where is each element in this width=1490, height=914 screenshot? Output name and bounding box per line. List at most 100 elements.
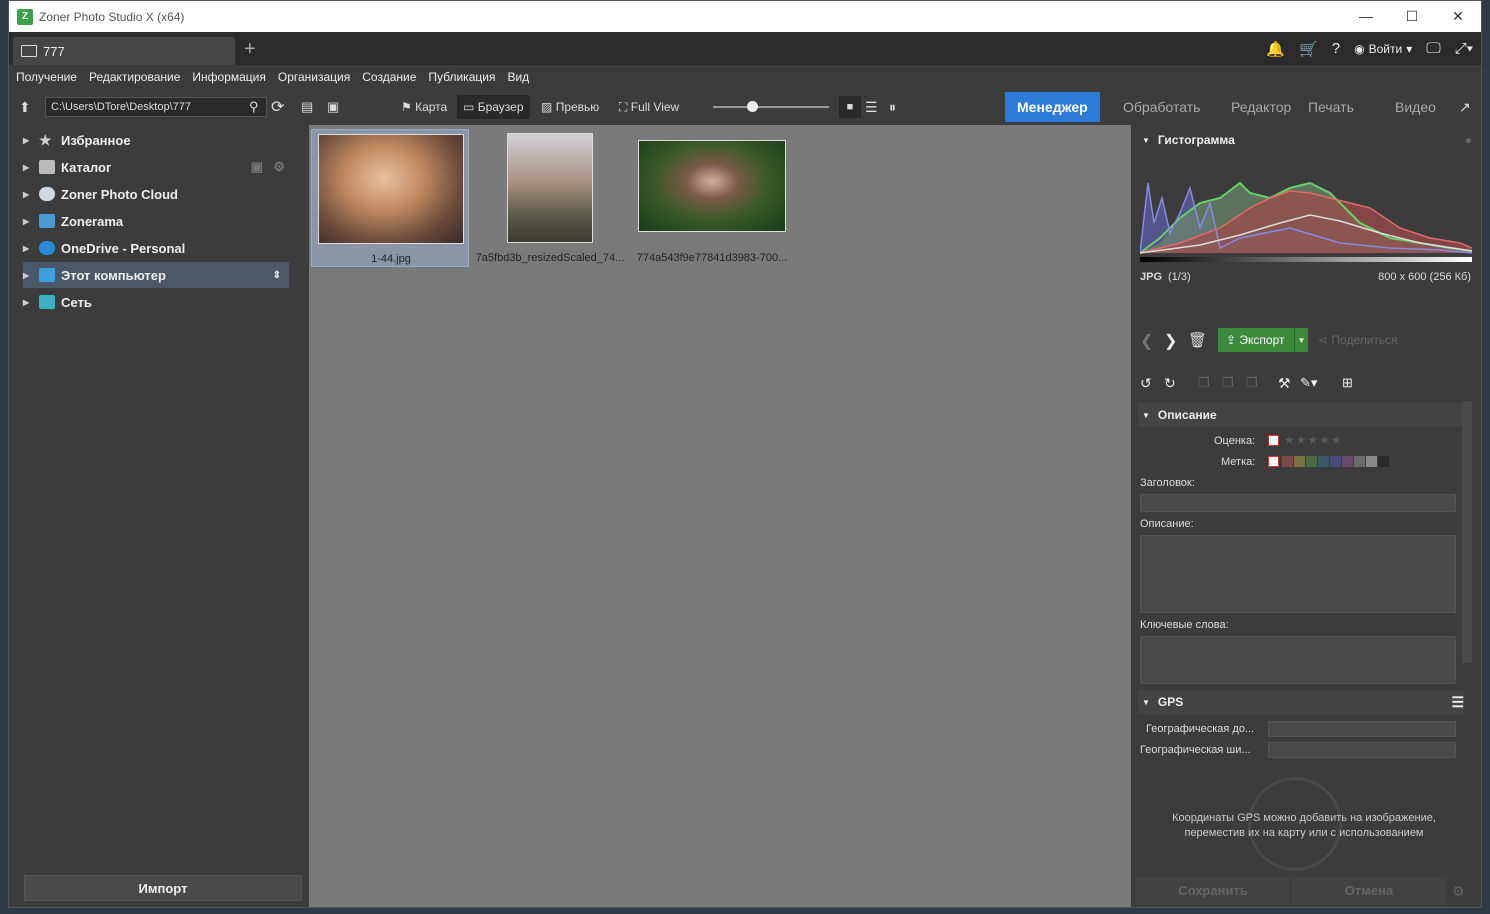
collapse-arrow-icon[interactable]: ▼	[1142, 411, 1150, 420]
menu-item-create[interactable]: Создание	[362, 70, 416, 84]
rotate-left-icon[interactable]: ↺	[1140, 375, 1152, 392]
no-color-label-icon[interactable]	[1268, 456, 1279, 467]
preview-mode-button[interactable]: ▨ Превью	[535, 95, 605, 119]
browser-mode-button[interactable]: ▭ Браузер	[457, 95, 530, 119]
folder-tab[interactable]: 777	[13, 37, 235, 65]
menu-item-edit[interactable]: Редактирование	[89, 70, 180, 84]
import-button[interactable]: Импорт	[24, 875, 302, 901]
nav-item-onedrive[interactable]: ▶ OneDrive - Personal	[23, 235, 289, 261]
thumbnail-image[interactable]	[507, 133, 593, 243]
search-icon[interactable]: ⚲	[249, 89, 259, 125]
menu-item-organize[interactable]: Организация	[278, 70, 350, 84]
up-folder-icon[interactable]: ⬆	[19, 89, 31, 125]
add-tab-button[interactable]: +	[244, 38, 256, 61]
bell-icon[interactable]: 🔔	[1266, 40, 1285, 58]
tab-video[interactable]: Видео	[1395, 92, 1436, 122]
expand-arrow-icon[interactable]: ▶	[23, 217, 39, 226]
thumbnail-item[interactable]: 1-44.jpg	[311, 129, 469, 267]
tab-print[interactable]: Печать	[1308, 92, 1354, 122]
nav-item-favorites[interactable]: ▶ ★ Избранное	[23, 127, 289, 153]
share-button[interactable]: ⋖ Поделиться	[1318, 333, 1398, 347]
single-view-icon[interactable]: ■	[839, 96, 861, 118]
login-button[interactable]: ◉ Войти ▾	[1354, 42, 1412, 56]
sort-arrows-icon[interactable]: ⇕	[273, 270, 281, 281]
latitude-input[interactable]	[1268, 742, 1456, 758]
color-label-swatch[interactable]	[1342, 456, 1353, 467]
nav-item-network[interactable]: ▶ Сеть	[23, 289, 289, 315]
settings-circle-icon[interactable]: ●	[1465, 133, 1472, 147]
gear-icon[interactable]: ⚙	[1452, 883, 1465, 900]
color-label-swatch[interactable]	[1318, 456, 1329, 467]
save-button[interactable]: Сохранить	[1136, 877, 1290, 905]
menu-item-info[interactable]: Информация	[192, 70, 265, 84]
color-label-swatch[interactable]	[1354, 456, 1365, 467]
refresh-icon[interactable]: ⟳	[271, 89, 284, 125]
prev-arrow-icon[interactable]: ❮	[1140, 331, 1153, 351]
chevron-down-icon[interactable]: ▾	[1294, 328, 1308, 352]
monitor-icon[interactable]: 🖵	[1426, 40, 1440, 57]
trash-icon[interactable]: 🗑	[1188, 331, 1207, 349]
minimize-button[interactable]: —	[1343, 1, 1389, 32]
nav-item-zoner-cloud[interactable]: ▶ Zoner Photo Cloud	[23, 181, 289, 207]
split-horizontal-icon[interactable]: ☰	[865, 89, 878, 125]
eraser-icon[interactable]: ✎▾	[1300, 375, 1317, 391]
histogram-header[interactable]: ▼ Гистограмма ●	[1138, 128, 1472, 152]
description-input[interactable]	[1140, 535, 1456, 613]
keywords-input[interactable]	[1140, 636, 1456, 684]
collapse-arrow-icon[interactable]: ▼	[1142, 136, 1150, 145]
export-button[interactable]: ⇪ Экспорт ▾	[1218, 328, 1308, 352]
tab-editor[interactable]: Редактор	[1231, 92, 1291, 122]
color-label-swatch[interactable]	[1330, 456, 1341, 467]
expand-arrow-icon[interactable]: ▶	[23, 190, 39, 199]
color-label-swatch[interactable]	[1282, 456, 1293, 467]
color-label-swatch[interactable]	[1366, 456, 1377, 467]
gps-header[interactable]: ▼ GPS ☰	[1138, 690, 1464, 714]
tab-develop[interactable]: Обработать	[1123, 92, 1200, 122]
panel-scrollbar[interactable]	[1462, 401, 1472, 663]
split-vertical-icon[interactable]: ⏸	[889, 89, 896, 125]
rotate-right-icon[interactable]: ↻	[1164, 375, 1176, 392]
rename-icon[interactable]: ▤	[301, 89, 313, 125]
copy-icon[interactable]: ❐	[1198, 375, 1210, 391]
color-label-swatch[interactable]	[1294, 456, 1305, 467]
menu-icon[interactable]: ☰	[1451, 694, 1464, 711]
menu-item-view[interactable]: Вид	[507, 70, 529, 84]
next-arrow-icon[interactable]: ❯	[1164, 331, 1177, 351]
expand-arrow-icon[interactable]: ▶	[23, 298, 39, 307]
menu-item-acquire[interactable]: Получение	[16, 70, 77, 84]
thumbnail-item[interactable]: 7a5fbd3b_resizedScaled_74...	[471, 129, 629, 267]
cart-icon[interactable]: 🛒	[1299, 40, 1318, 58]
fullscreen-icon[interactable]: ⤢▾	[1455, 40, 1473, 57]
clipboard-icon[interactable]: ❐	[1246, 375, 1258, 391]
color-label-swatch[interactable]	[1306, 456, 1317, 467]
color-label-swatch[interactable]	[1378, 456, 1389, 467]
thumbnail-size-slider[interactable]	[713, 101, 829, 112]
help-icon[interactable]: ?	[1332, 40, 1340, 57]
paste-icon[interactable]: ❐	[1222, 375, 1234, 391]
gear-icon[interactable]: ⚙	[273, 159, 285, 175]
collapse-arrow-icon[interactable]: ▼	[1142, 698, 1150, 707]
fullview-mode-button[interactable]: ⛶ Full View	[613, 95, 685, 119]
rating-stars[interactable]: ★★★★★	[1284, 433, 1343, 447]
tools-icon[interactable]: ⚒	[1278, 375, 1291, 392]
no-rating-icon[interactable]	[1268, 435, 1279, 446]
path-input[interactable]: C:\Users\DTore\Desktop\777	[45, 97, 267, 117]
add-folder-icon[interactable]: ▣	[251, 159, 263, 175]
nav-item-zonerama[interactable]: ▶ Zonerama	[23, 208, 289, 234]
thumbnail-item[interactable]: 774a543f9e77841d3983-700...	[633, 129, 791, 267]
tab-manager[interactable]: Менеджер	[1005, 92, 1100, 122]
cancel-button[interactable]: Отмена	[1292, 877, 1446, 905]
external-window-icon[interactable]: ↗	[1459, 89, 1471, 125]
expand-arrow-icon[interactable]: ▶	[23, 136, 39, 145]
heading-input[interactable]	[1140, 494, 1456, 512]
close-button[interactable]: ✕	[1435, 1, 1481, 32]
expand-arrow-icon[interactable]: ▶	[23, 163, 39, 172]
nav-item-catalog[interactable]: ▶ Каталог ▣ ⚙	[23, 154, 289, 180]
menu-item-publish[interactable]: Публикация	[428, 70, 495, 84]
slider-knob[interactable]	[747, 101, 758, 112]
expand-arrow-icon[interactable]: ▶	[23, 271, 39, 280]
description-header[interactable]: ▼ Описание	[1138, 403, 1464, 427]
maximize-button[interactable]: ☐	[1389, 1, 1435, 32]
add-icon[interactable]: ⊞	[1342, 375, 1353, 391]
new-folder-icon[interactable]: ▣	[327, 89, 339, 125]
